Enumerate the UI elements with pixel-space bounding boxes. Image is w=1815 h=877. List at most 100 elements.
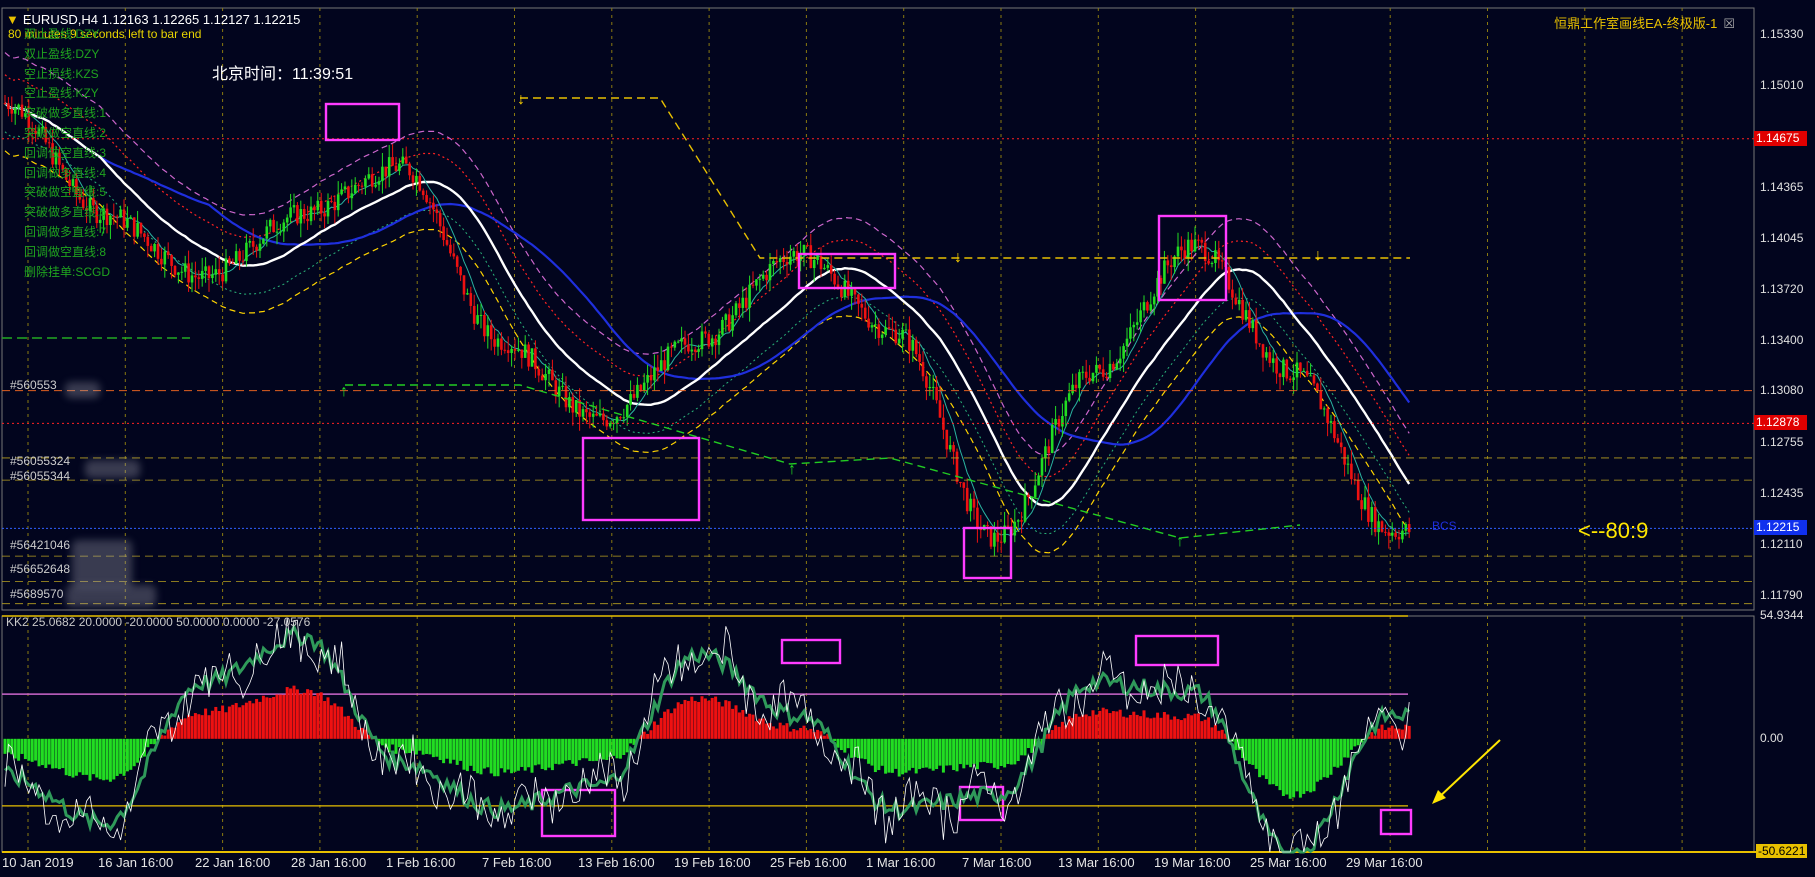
candle-body — [197, 277, 201, 279]
candle-body — [418, 175, 422, 191]
candle-body — [1112, 363, 1115, 370]
histogram-bar — [652, 721, 656, 739]
candle-body — [727, 314, 731, 331]
candle-body — [1217, 250, 1221, 261]
histogram-bar — [1101, 707, 1105, 739]
histogram-bar — [1139, 716, 1143, 739]
level-label: #56055344 — [10, 469, 71, 483]
time-tick: 1 Feb 16:00 — [386, 855, 456, 870]
histogram-bar — [272, 697, 276, 739]
candle-body — [761, 274, 765, 279]
histogram-bar — [442, 738, 446, 764]
close-icon[interactable]: ☒ — [1723, 16, 1735, 31]
arrow-down-icon: ↓ — [954, 249, 962, 266]
histogram-bar — [724, 700, 728, 739]
histogram-bar — [1118, 709, 1122, 739]
price-marker: 1.12215 — [1754, 520, 1807, 536]
histogram-bar — [503, 738, 507, 773]
candle-body — [394, 165, 398, 171]
candle-body — [160, 258, 163, 265]
histogram-bar — [646, 733, 650, 739]
legend-item: 回调做空直线:8 — [24, 244, 107, 259]
candle-body — [513, 348, 517, 351]
histogram-bar — [1251, 738, 1255, 765]
histogram-bar — [17, 738, 21, 761]
candle-body — [1241, 299, 1244, 320]
histogram-bar — [1346, 738, 1350, 758]
level-label: #560553 — [10, 378, 57, 392]
histogram-bar — [720, 706, 724, 739]
histogram-bar — [527, 738, 531, 768]
time-tick: 25 Mar 16:00 — [1250, 855, 1327, 870]
candle-body — [1292, 377, 1295, 381]
highlight-box — [1379, 808, 1413, 836]
histogram-bar — [673, 708, 677, 739]
histogram-bar — [3, 738, 7, 754]
histogram-bar — [149, 738, 153, 745]
candle-body — [1329, 421, 1333, 423]
candle-body — [806, 244, 809, 246]
histogram-bar — [1128, 714, 1132, 739]
histogram-bar — [1162, 712, 1166, 739]
ea-title-text: 恒鼎工作室画线EA-终极版-1 — [1554, 16, 1718, 31]
price-chart[interactable]: ↓ ↓ ↓ ↑ ↑ ↑ — [0, 0, 1815, 877]
histogram-bar — [1108, 713, 1112, 739]
histogram-bar — [74, 738, 78, 776]
histogram-bar — [544, 738, 548, 771]
time-tick: 22 Jan 16:00 — [195, 855, 271, 870]
candle-body — [1319, 390, 1323, 410]
candle-body — [908, 329, 911, 351]
candle-body — [415, 175, 418, 183]
candle-body — [850, 288, 853, 296]
histogram-bar — [163, 735, 167, 739]
histogram-bar — [404, 738, 408, 754]
candle-body — [1074, 384, 1078, 389]
candle-body — [1115, 363, 1119, 370]
histogram-bar — [1098, 710, 1102, 739]
candle-body — [224, 258, 228, 282]
candle-body — [540, 375, 544, 381]
price-tick: 1.13080 — [1760, 383, 1804, 398]
candle-body — [683, 338, 687, 345]
candle-body — [1234, 297, 1238, 305]
candle-body — [221, 274, 224, 282]
histogram-bar — [1013, 738, 1017, 765]
histogram-bar — [329, 705, 333, 739]
candle-body — [554, 380, 558, 397]
candle-body — [153, 243, 156, 252]
candle-body — [292, 205, 296, 208]
histogram-bar — [584, 738, 588, 759]
histogram-bar — [112, 738, 116, 780]
level-label: #56421046 — [10, 538, 71, 552]
candle-body — [1258, 343, 1261, 345]
candle-body — [143, 233, 146, 237]
candle-body — [1339, 442, 1343, 448]
histogram-bar — [23, 738, 27, 760]
histogram-bar — [567, 738, 571, 761]
time-tick: 13 Mar 16:00 — [1058, 855, 1135, 870]
candle-body — [1356, 479, 1360, 501]
histogram-bar — [887, 738, 891, 773]
histogram-bar — [309, 690, 313, 739]
histogram-bar — [1298, 738, 1302, 798]
histogram-bar — [210, 710, 214, 739]
histogram-bar — [941, 738, 945, 773]
histogram-bar — [948, 738, 952, 766]
histogram-bar — [1258, 738, 1262, 778]
candle-body — [1268, 352, 1272, 363]
candle-body — [333, 201, 337, 211]
candle-body — [340, 189, 343, 195]
histogram-bar — [547, 738, 551, 768]
histogram-bar — [965, 738, 969, 765]
price-tick: 1.12755 — [1760, 434, 1804, 449]
histogram-bar — [1132, 711, 1136, 739]
histogram-bar — [452, 738, 456, 760]
histogram-bar — [64, 738, 68, 776]
histogram-bar — [1349, 738, 1353, 750]
candle-body — [251, 241, 255, 247]
histogram-bar — [1159, 717, 1163, 739]
histogram-bar — [357, 729, 361, 739]
price-pane-frame — [1, 7, 1755, 611]
candle-body — [156, 243, 160, 259]
histogram-bar — [748, 713, 752, 739]
